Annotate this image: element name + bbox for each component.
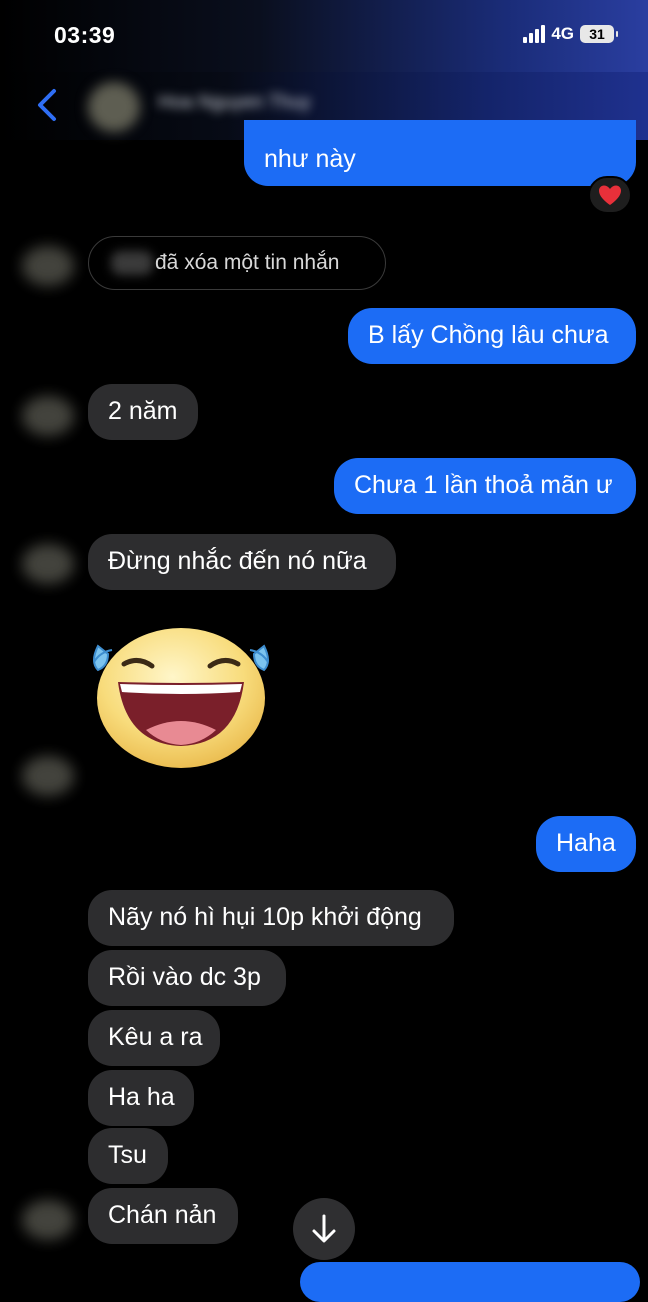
message-bubble-incoming[interactable]: Nãy nó hì hụi 10p khởi động — [88, 890, 454, 946]
message-bubble-outgoing[interactable]: Chưa 1 lần thoả mãn ư — [334, 458, 636, 514]
message-bubble-incoming[interactable]: Tsu — [88, 1128, 168, 1184]
message-text: B lấy Chồng lâu chưa — [368, 321, 609, 349]
message-text: Chưa 1 lần thoả mãn ư — [354, 471, 613, 499]
network-type: 4G — [551, 24, 574, 43]
message-bubble-incoming[interactable]: Kêu a ra — [88, 1010, 220, 1066]
message-bubble-incoming[interactable]: Ha ha — [88, 1070, 194, 1126]
battery-icon: 31 — [580, 25, 618, 43]
signal-icon — [523, 25, 546, 43]
scroll-to-bottom-button[interactable] — [293, 1198, 355, 1260]
message-text: như này — [264, 145, 356, 173]
arrow-down-icon — [312, 1214, 336, 1243]
status-bar: 03:39 4G 31 — [0, 0, 648, 72]
message-bubble-outgoing[interactable]: Haha — [536, 816, 636, 872]
message-text: Ha ha — [108, 1083, 175, 1111]
message-bubble-incoming[interactable]: 2 năm — [88, 384, 198, 440]
avatar[interactable] — [22, 246, 74, 286]
avatar[interactable] — [22, 396, 74, 436]
deleted-message-notice: đã xóa một tin nhắn — [88, 236, 386, 290]
laughing-tears-emoji-icon[interactable] — [86, 626, 276, 776]
contact-avatar[interactable] — [88, 82, 140, 132]
message-text: Nãy nó hì hụi 10p khởi động — [108, 903, 422, 931]
deleted-notice-text: đã xóa một tin nhắn — [155, 251, 340, 274]
avatar[interactable] — [22, 1200, 74, 1240]
message-text: Haha — [556, 829, 616, 857]
chevron-left-icon[interactable] — [34, 88, 62, 122]
status-indicators: 4G 31 — [523, 24, 618, 44]
message-bubble-incoming[interactable]: Chán nản — [88, 1188, 238, 1244]
message-text: Rồi vào dc 3p — [108, 963, 261, 991]
heart-reaction[interactable] — [588, 176, 632, 214]
message-text: Đừng nhắc đến nó nữa — [108, 547, 367, 575]
sender-name-blurred — [111, 251, 153, 275]
avatar[interactable] — [22, 544, 74, 584]
status-time: 03:39 — [54, 22, 116, 48]
message-bubble-outgoing-partial[interactable] — [300, 1262, 640, 1302]
message-text: Chán nản — [108, 1201, 217, 1229]
message-text: Kêu a ra — [108, 1023, 203, 1051]
message-text: Tsu — [108, 1141, 147, 1169]
heart-icon — [599, 185, 621, 205]
message-bubble-outgoing[interactable]: B lấy Chồng lâu chưa — [348, 308, 636, 364]
message-bubble-outgoing[interactable]: như này — [244, 120, 636, 186]
message-text: 2 năm — [108, 397, 178, 425]
avatar[interactable] — [22, 756, 74, 796]
message-bubble-incoming[interactable]: Rồi vào dc 3p — [88, 950, 286, 1006]
contact-name[interactable]: Hoa Nguyen Thuy — [158, 92, 311, 114]
message-bubble-incoming[interactable]: Đừng nhắc đến nó nữa — [88, 534, 396, 590]
